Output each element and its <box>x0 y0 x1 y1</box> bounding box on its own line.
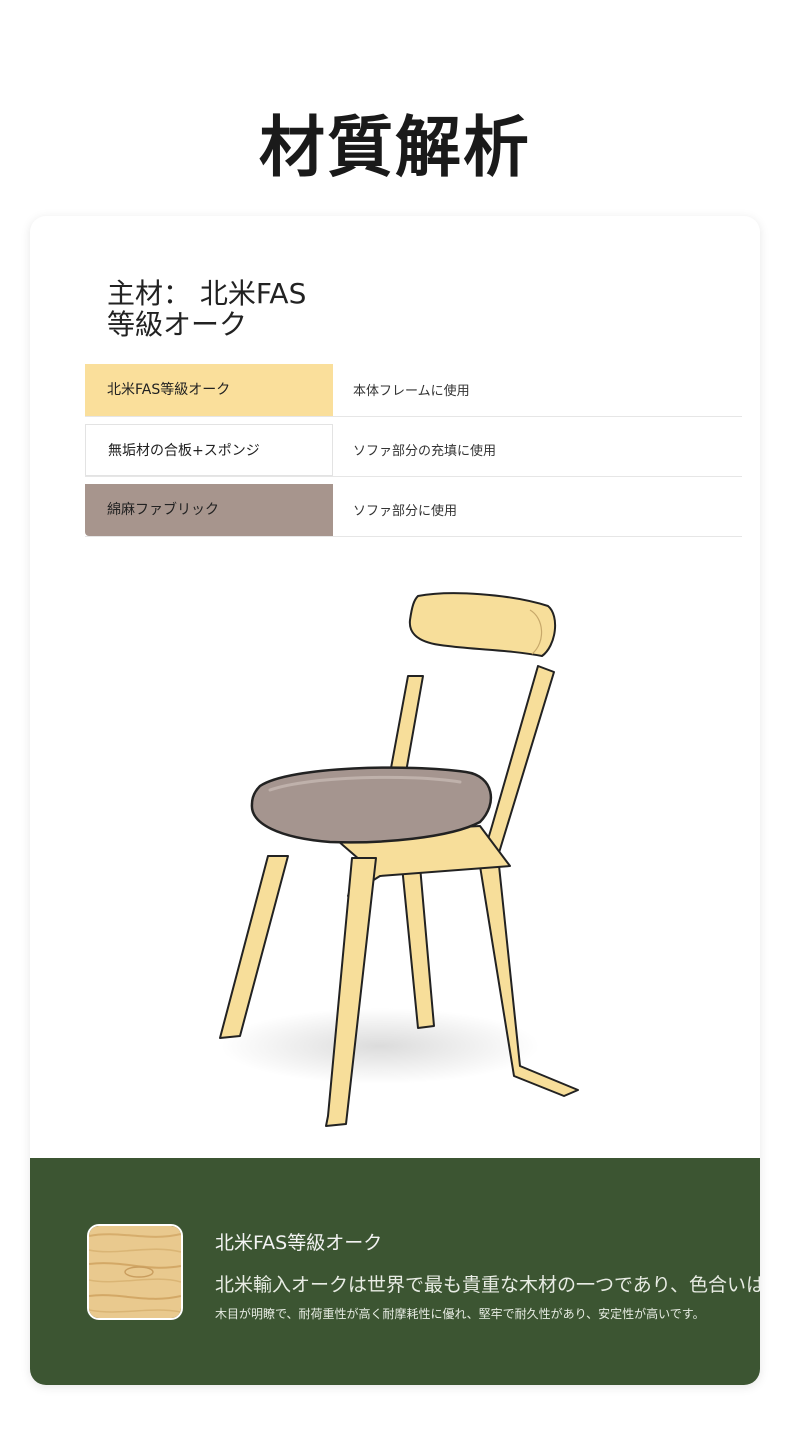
material-name: 綿麻ファブリック <box>85 484 333 536</box>
feature-title: 北米FAS等級オーク <box>215 1232 383 1254</box>
material-usage: ソファ部分に使用 <box>353 504 458 519</box>
main-material-heading: 主材： 北米FAS等級オーク <box>107 277 307 341</box>
material-card: 主材： 北米FAS等級オーク 北米FAS等級オーク 本体フレームに使用 無垢材の… <box>30 216 760 1385</box>
chair-leg <box>219 855 289 1039</box>
material-row: 無垢材の合板+スポンジ ソファ部分の充填に使用 <box>85 424 742 477</box>
material-table: 北米FAS等級オーク 本体フレームに使用 無垢材の合板+スポンジ ソファ部分の充… <box>85 364 742 537</box>
feature-body: 木目が明瞭で、耐荷重性が高く耐摩耗性に優れ、堅牢で耐久性があり、安定性が高いです… <box>215 1307 705 1321</box>
material-usage: ソファ部分の充填に使用 <box>353 444 497 459</box>
chair-backrest <box>408 592 557 657</box>
material-row: 綿麻ファブリック ソファ部分に使用 <box>85 484 742 537</box>
feature-lead: 北米輸入オークは世界で最も貴重な木材の一つであり、色合いは淡い <box>215 1274 760 1296</box>
material-name: 無垢材の合板+スポンジ <box>85 424 333 476</box>
material-name: 北米FAS等級オーク <box>85 364 333 416</box>
material-usage: 本体フレームに使用 <box>353 384 470 399</box>
chair-leg <box>401 865 435 1029</box>
oak-wood-swatch <box>87 1224 183 1320</box>
material-row: 北米FAS等級オーク 本体フレームに使用 <box>85 364 742 417</box>
feature-panel: 北米FAS等級オーク 北米輸入オークは世界で最も貴重な木材の一つであり、色合いは… <box>30 1158 760 1385</box>
chair-leg <box>325 857 377 1127</box>
page-title: 材質解析 <box>259 109 531 186</box>
chair-illustration <box>219 592 579 1127</box>
chair-shadow <box>220 1008 540 1084</box>
